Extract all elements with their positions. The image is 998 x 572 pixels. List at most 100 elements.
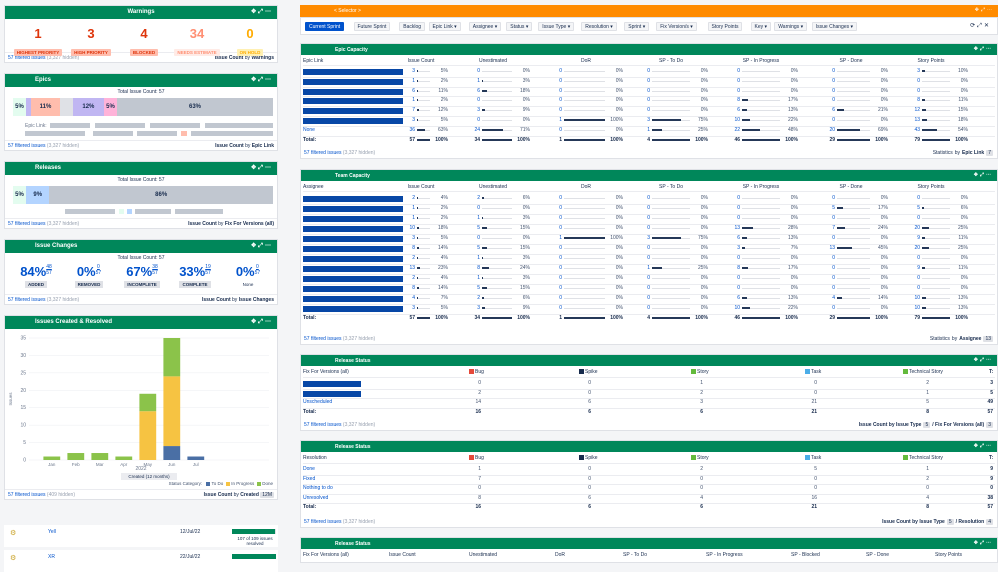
value-cell[interactable]: 6 <box>577 504 591 510</box>
column-header[interactable]: Assignee <box>303 184 324 190</box>
more-icon[interactable]: ⋯ <box>987 7 994 13</box>
count-cell[interactable]: 0 <box>538 215 562 221</box>
row-label-redacted[interactable] <box>303 226 403 232</box>
value-cell[interactable]: 7 <box>467 476 481 482</box>
row-label-redacted[interactable] <box>303 108 403 114</box>
count-cell[interactable]: 20 <box>896 225 920 231</box>
count-cell[interactable]: 0 <box>896 255 920 261</box>
count-cell[interactable]: 12 <box>896 107 920 113</box>
count-cell[interactable]: 46 <box>716 315 740 321</box>
column-header[interactable]: SP - Done <box>821 184 881 190</box>
filter-button[interactable]: Current Sprint <box>305 22 344 31</box>
toolbar-controls[interactable]: ⟳⤢✕ <box>970 22 991 30</box>
count-cell[interactable]: 1 <box>456 275 480 281</box>
value-cell[interactable]: 16 <box>467 409 481 415</box>
count-cell[interactable]: 20 <box>896 245 920 251</box>
count-cell[interactable]: 0 <box>538 245 562 251</box>
issue-change-item[interactable]: 67%3857INCOMPLETE <box>117 264 167 288</box>
more-icon[interactable]: ⋯ <box>265 165 273 171</box>
count-cell[interactable]: 1 <box>456 255 480 261</box>
count-cell[interactable]: 0 <box>626 78 650 84</box>
row-label-redacted[interactable] <box>303 246 403 252</box>
count-cell[interactable]: 0 <box>456 68 480 74</box>
count-cell[interactable]: 6 <box>391 88 415 94</box>
count-cell[interactable]: 8 <box>716 265 740 271</box>
count-cell[interactable]: 0 <box>716 215 740 221</box>
count-cell[interactable]: 0 <box>538 255 562 261</box>
bar-segment[interactable]: 5% <box>13 186 26 204</box>
value-cell[interactable]: 0 <box>689 476 703 482</box>
count-cell[interactable]: 1 <box>538 235 562 241</box>
gadget-controls[interactable]: ✥⤢⋯ <box>974 172 993 178</box>
count-cell[interactable]: 0 <box>811 305 835 311</box>
count-cell[interactable]: 4 <box>391 295 415 301</box>
count-cell[interactable]: 0 <box>716 275 740 281</box>
count-cell[interactable]: 1 <box>391 78 415 84</box>
footer-group[interactable]: Issue Changes <box>239 297 274 303</box>
row-label-redacted[interactable] <box>303 196 403 202</box>
count-cell[interactable]: 20 <box>811 127 835 133</box>
count-cell[interactable]: 0 <box>811 235 835 241</box>
value-cell[interactable]: 57 <box>979 504 993 510</box>
release-stacked-bar[interactable]: 5%9%86% <box>13 186 273 204</box>
count-cell[interactable]: 0 <box>896 275 920 281</box>
more-icon[interactable]: ⋯ <box>986 443 993 449</box>
count-cell[interactable]: 10 <box>391 225 415 231</box>
row-label[interactable]: Fixed <box>303 476 315 482</box>
column-header[interactable]: Issue Count <box>389 552 416 558</box>
count-cell[interactable]: 0 <box>811 275 835 281</box>
footer-group[interactable]: Epic Link <box>962 150 984 156</box>
column-header[interactable]: T: <box>989 369 993 375</box>
issue-type-header[interactable]: Story <box>691 369 709 375</box>
count-cell[interactable]: 0 <box>716 78 740 84</box>
count-cell[interactable]: 0 <box>626 295 650 301</box>
filter-button[interactable]: Sprint ▾ <box>624 22 649 31</box>
column-header[interactable]: Unestimated <box>463 58 523 64</box>
value-cell[interactable]: 5 <box>979 390 993 396</box>
count-cell[interactable]: 10 <box>716 305 740 311</box>
count-cell[interactable]: 0 <box>626 305 650 311</box>
expand-icon[interactable]: ⤢ <box>258 319 265 325</box>
column-header[interactable]: SP - In Progress <box>731 184 791 190</box>
row-label-redacted[interactable] <box>303 306 403 312</box>
row-label[interactable]: Unresolved <box>303 495 328 501</box>
count-cell[interactable]: 0 <box>626 88 650 94</box>
count-cell[interactable]: 0 <box>626 245 650 251</box>
count-cell[interactable]: 79 <box>896 315 920 321</box>
value-cell[interactable]: 16 <box>467 504 481 510</box>
count-cell[interactable]: 0 <box>626 107 650 113</box>
filtered-issues-link[interactable]: 57 filtered issues <box>304 422 342 428</box>
value-cell[interactable]: 2 <box>689 390 703 396</box>
count-cell[interactable]: 1 <box>456 215 480 221</box>
more-icon[interactable]: ⋯ <box>986 46 993 52</box>
count-cell[interactable]: 79 <box>896 137 920 143</box>
row-label-redacted[interactable] <box>303 276 403 282</box>
value-cell[interactable]: 6 <box>577 495 591 501</box>
value-cell[interactable]: 1 <box>467 466 481 472</box>
count-cell[interactable]: 0 <box>538 225 562 231</box>
column-header[interactable]: T: <box>989 455 993 461</box>
expand-icon[interactable]: ⤢ <box>258 243 265 249</box>
value-cell[interactable]: 21 <box>803 504 817 510</box>
value-cell[interactable]: 21 <box>803 399 817 405</box>
count-cell[interactable]: 3 <box>456 107 480 113</box>
value-cell[interactable]: 6 <box>577 399 591 405</box>
column-header[interactable]: SP - To Do <box>641 184 701 190</box>
count-cell[interactable]: 0 <box>626 225 650 231</box>
expand-icon[interactable]: ⤢ <box>258 77 265 83</box>
count-cell[interactable]: 0 <box>811 78 835 84</box>
value-cell[interactable]: 38 <box>979 495 993 501</box>
count-cell[interactable]: 1 <box>538 315 562 321</box>
warning-item[interactable]: 1HIGHEST PRIORITY <box>11 26 65 56</box>
count-cell[interactable]: 0 <box>538 107 562 113</box>
filter-button[interactable]: Backlog <box>399 22 425 31</box>
count-cell[interactable]: 0 <box>716 205 740 211</box>
count-cell[interactable]: 29 <box>811 315 835 321</box>
count-cell[interactable]: 0 <box>811 68 835 74</box>
column-header[interactable]: Story Points <box>935 552 962 558</box>
filter-button[interactable]: Future Sprint <box>354 22 391 31</box>
selector-title[interactable]: < Selector > <box>334 8 361 14</box>
count-cell[interactable]: 0 <box>456 97 480 103</box>
count-cell[interactable]: 0 <box>626 275 650 281</box>
issue-type-header[interactable]: Technical Story <box>903 369 943 375</box>
